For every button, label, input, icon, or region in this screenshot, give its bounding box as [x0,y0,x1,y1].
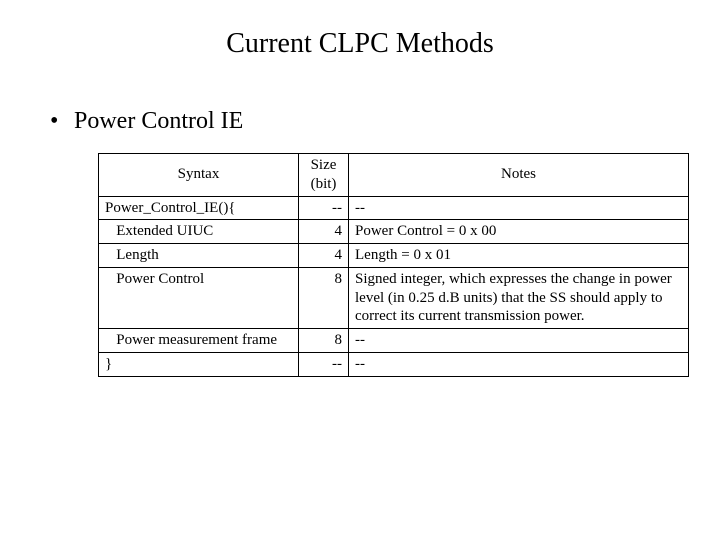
table-row: Power_Control_IE(){ -- -- [99,196,689,220]
page-title: Current CLPC Methods [40,28,680,60]
cell-syntax: } [99,352,299,376]
cell-notes: -- [349,196,689,220]
cell-syntax: Power_Control_IE(){ [99,196,299,220]
cell-size: 8 [299,329,349,353]
cell-notes: Length = 0 x 01 [349,244,689,268]
header-syntax: Syntax [99,154,299,197]
cell-syntax: Power Control [99,267,299,328]
header-size: Size (bit) [299,154,349,197]
bullet-item: • Power Control IE [50,108,680,135]
table-row: Length 4 Length = 0 x 01 [99,244,689,268]
slide: Current CLPC Methods • Power Control IE … [0,0,720,540]
table-row: } -- -- [99,352,689,376]
cell-notes: Power Control = 0 x 00 [349,220,689,244]
cell-syntax: Extended UIUC [99,220,299,244]
cell-notes: Signed integer, which expresses the chan… [349,267,689,328]
cell-notes: -- [349,329,689,353]
cell-notes: -- [349,352,689,376]
table-row: Power Control 8 Signed integer, which ex… [99,267,689,328]
header-notes: Notes [349,154,689,197]
cell-size: -- [299,196,349,220]
cell-size: 4 [299,220,349,244]
bullet-dot-icon: • [50,108,68,135]
cell-size: 8 [299,267,349,328]
ie-table: Syntax Size (bit) Notes Power_Control_IE… [98,153,689,377]
table-header-row: Syntax Size (bit) Notes [99,154,689,197]
table-row: Power measurement frame 8 -- [99,329,689,353]
cell-size: -- [299,352,349,376]
bullet-text: Power Control IE [74,108,243,134]
cell-syntax: Length [99,244,299,268]
table-row: Extended UIUC 4 Power Control = 0 x 00 [99,220,689,244]
cell-syntax: Power measurement frame [99,329,299,353]
cell-size: 4 [299,244,349,268]
